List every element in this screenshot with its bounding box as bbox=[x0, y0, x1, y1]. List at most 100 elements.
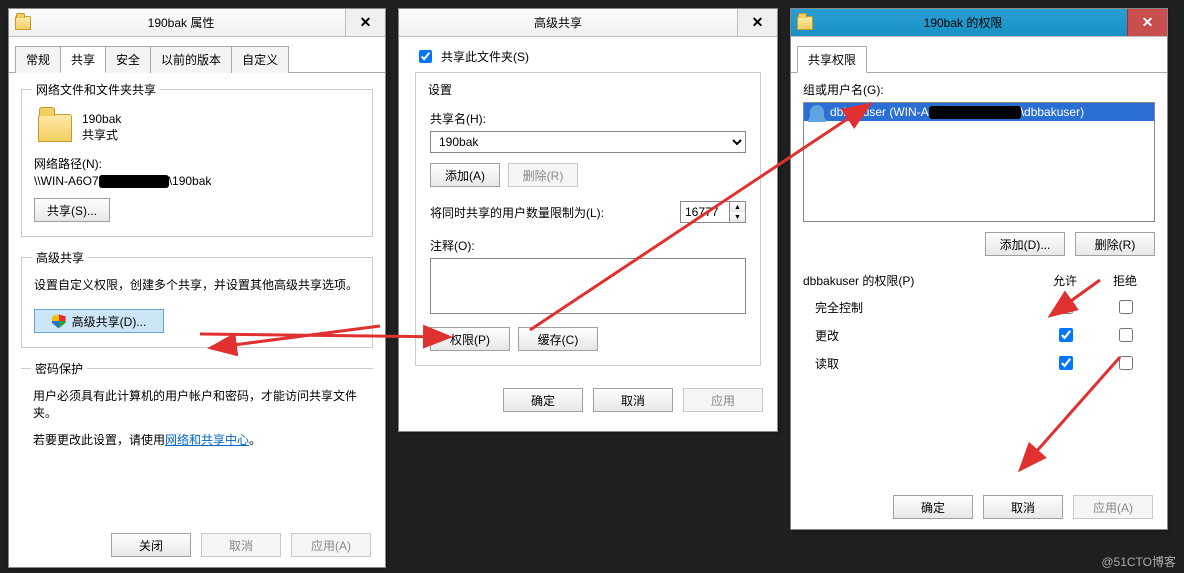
body: 共享此文件夹(S) 设置 共享名(H): 190bak 添加(A) 删除(R) … bbox=[399, 37, 777, 378]
share-mode: 共享式 bbox=[82, 126, 121, 143]
share-name-label: 共享名(H): bbox=[430, 110, 746, 127]
user-limit-row: 将同时共享的用户数量限制为(L): ▲▼ bbox=[430, 201, 746, 223]
share-button[interactable]: 共享(S)... bbox=[34, 198, 110, 222]
advanced-sharing-dialog: 高级共享 ✕ 共享此文件夹(S) 设置 共享名(H): 190bak 添加(A)… bbox=[398, 8, 778, 432]
deny-checkbox[interactable] bbox=[1119, 328, 1133, 342]
folder-icon bbox=[797, 16, 813, 30]
dialog-buttons: 关闭 取消 应用(A) bbox=[9, 523, 385, 567]
redacted bbox=[99, 175, 169, 188]
netpath-value: \\WIN-A6O7 \190bak bbox=[34, 174, 360, 188]
text: 。 bbox=[249, 433, 261, 447]
deny-checkbox[interactable] bbox=[1119, 300, 1133, 314]
tab-previous-versions[interactable]: 以前的版本 bbox=[150, 46, 232, 73]
label: 共享此文件夹(S) bbox=[441, 48, 529, 65]
share-folder-checkbox[interactable]: 共享此文件夹(S) bbox=[415, 47, 761, 66]
adv-desc: 设置自定义权限，创建多个共享，并设置其他高级共享选项。 bbox=[34, 276, 360, 293]
add-user-button[interactable]: 添加(D)... bbox=[985, 232, 1065, 256]
text: 若要更改此设置，请使用 bbox=[33, 433, 165, 447]
folder-name: 190bak bbox=[82, 112, 121, 126]
dialog-buttons: 确定 取消 应用(A) bbox=[791, 485, 1167, 529]
network-share-group: 网络文件和文件夹共享 190bak 共享式 网络路径(N): \\WIN-A6O… bbox=[21, 81, 373, 237]
spin-down-icon[interactable]: ▼ bbox=[730, 212, 745, 222]
share-name-combo[interactable]: 190bak bbox=[430, 131, 746, 153]
window-title: 190bak 的权限 bbox=[819, 14, 1127, 31]
watermark: @51CTO博客 bbox=[1101, 553, 1176, 570]
tab-body: 网络文件和文件夹共享 190bak 共享式 网络路径(N): \\WIN-A6O… bbox=[9, 73, 385, 476]
allow-checkbox[interactable] bbox=[1059, 356, 1073, 370]
dialog-buttons: 确定 取消 应用 bbox=[399, 378, 777, 422]
permission-row: 读取 bbox=[803, 349, 1155, 377]
cancel-button[interactable]: 取消 bbox=[593, 388, 673, 412]
close-button[interactable]: ✕ bbox=[1127, 9, 1167, 36]
close-button[interactable]: ✕ bbox=[737, 9, 777, 36]
redacted bbox=[929, 106, 1021, 119]
titlebar[interactable]: 190bak 的权限 ✕ bbox=[791, 9, 1167, 37]
netpath-suffix: \190bak bbox=[169, 174, 212, 188]
network-center-link[interactable]: 网络和共享中心 bbox=[165, 433, 249, 447]
window-title: 高级共享 bbox=[399, 14, 737, 31]
settings-label: 设置 bbox=[424, 81, 456, 98]
cancel-button[interactable]: 取消 bbox=[201, 533, 281, 557]
folder-icon bbox=[15, 16, 31, 30]
perm-label: 读取 bbox=[803, 349, 1035, 377]
permissions-table: dbbakuser 的权限(P) 允许 拒绝 完全控制 更改 读取 bbox=[803, 268, 1155, 377]
permission-row: 完全控制 bbox=[803, 293, 1155, 321]
tab-customize[interactable]: 自定义 bbox=[231, 46, 289, 73]
caching-button[interactable]: 缓存(C) bbox=[518, 327, 598, 351]
user-list-item[interactable]: dbbakuser (WIN-A \dbbakuser) bbox=[804, 103, 1154, 121]
user-limit-spinner[interactable]: ▲▼ bbox=[680, 201, 746, 223]
remove-share-button[interactable]: 删除(R) bbox=[508, 163, 578, 187]
comment-textarea[interactable] bbox=[430, 258, 746, 314]
group-users-label: 组或用户名(G): bbox=[803, 81, 1155, 98]
col-allow: 允许 bbox=[1035, 268, 1095, 293]
add-share-button[interactable]: 添加(A) bbox=[430, 163, 500, 187]
netpath-prefix: \\WIN-A6O7 bbox=[34, 174, 99, 188]
titlebar[interactable]: 190bak 属性 ✕ bbox=[9, 9, 385, 37]
group-legend: 高级共享 bbox=[32, 249, 88, 266]
col-deny: 拒绝 bbox=[1095, 268, 1155, 293]
ok-button[interactable]: 确定 bbox=[503, 388, 583, 412]
tab-security[interactable]: 安全 bbox=[105, 46, 151, 73]
titlebar[interactable]: 高级共享 ✕ bbox=[399, 9, 777, 37]
apply-button[interactable]: 应用(A) bbox=[291, 533, 371, 557]
perm-label: 完全控制 bbox=[803, 293, 1035, 321]
comment-label: 注释(O): bbox=[430, 237, 746, 254]
limit-label: 将同时共享的用户数量限制为(L): bbox=[430, 204, 604, 221]
user-limit-input[interactable] bbox=[681, 202, 729, 222]
text: \dbbakuser) bbox=[1021, 105, 1084, 119]
tab-strip: 共享权限 bbox=[791, 37, 1167, 73]
apply-button[interactable]: 应用(A) bbox=[1073, 495, 1153, 519]
advanced-share-button[interactable]: 高级共享(D)... bbox=[34, 309, 164, 333]
tab-share[interactable]: 共享 bbox=[60, 46, 106, 73]
settings-group: 设置 共享名(H): 190bak 添加(A) 删除(R) 将同时共享的用户数量… bbox=[415, 72, 761, 366]
tab-general[interactable]: 常规 bbox=[15, 46, 61, 73]
close-dialog-button[interactable]: 关闭 bbox=[111, 533, 191, 557]
properties-dialog: 190bak 属性 ✕ 常规 共享 安全 以前的版本 自定义 网络文件和文件夹共… bbox=[8, 8, 386, 568]
pw-line1: 用户必须具有此计算机的用户帐户和密码，才能访问共享文件夹。 bbox=[33, 387, 361, 421]
comment-row: 注释(O): bbox=[430, 237, 746, 317]
permissions-button[interactable]: 权限(P) bbox=[430, 327, 510, 351]
apply-button[interactable]: 应用 bbox=[683, 388, 763, 412]
tab-share-permissions[interactable]: 共享权限 bbox=[797, 46, 867, 73]
deny-checkbox[interactable] bbox=[1119, 356, 1133, 370]
close-button[interactable]: ✕ bbox=[345, 9, 385, 36]
users-listbox[interactable]: dbbakuser (WIN-A \dbbakuser) bbox=[803, 102, 1155, 222]
ok-button[interactable]: 确定 bbox=[893, 495, 973, 519]
share-folder-checkbox-input[interactable] bbox=[419, 50, 432, 63]
tab-strip: 常规 共享 安全 以前的版本 自定义 bbox=[9, 37, 385, 73]
user-icon bbox=[810, 105, 824, 119]
share-name-row: 共享名(H): 190bak bbox=[430, 110, 746, 153]
cancel-button[interactable]: 取消 bbox=[983, 495, 1063, 519]
text: dbbakuser (WIN-A bbox=[830, 105, 929, 119]
window-title: 190bak 属性 bbox=[37, 14, 345, 31]
permission-row: 更改 bbox=[803, 321, 1155, 349]
password-protect-group: 密码保护 用户必须具有此计算机的用户帐户和密码，才能访问共享文件夹。 若要更改此… bbox=[21, 360, 373, 452]
netpath-label: 网络路径(N): bbox=[34, 155, 360, 172]
tab-body: 组或用户名(G): dbbakuser (WIN-A \dbbakuser) 添加… bbox=[791, 73, 1167, 389]
allow-checkbox[interactable] bbox=[1059, 328, 1073, 342]
remove-user-button[interactable]: 删除(R) bbox=[1075, 232, 1155, 256]
shield-icon bbox=[52, 314, 66, 328]
allow-checkbox[interactable] bbox=[1059, 300, 1073, 314]
permissions-dialog: 190bak 的权限 ✕ 共享权限 组或用户名(G): dbbakuser (W… bbox=[790, 8, 1168, 530]
spin-up-icon[interactable]: ▲ bbox=[730, 202, 745, 212]
